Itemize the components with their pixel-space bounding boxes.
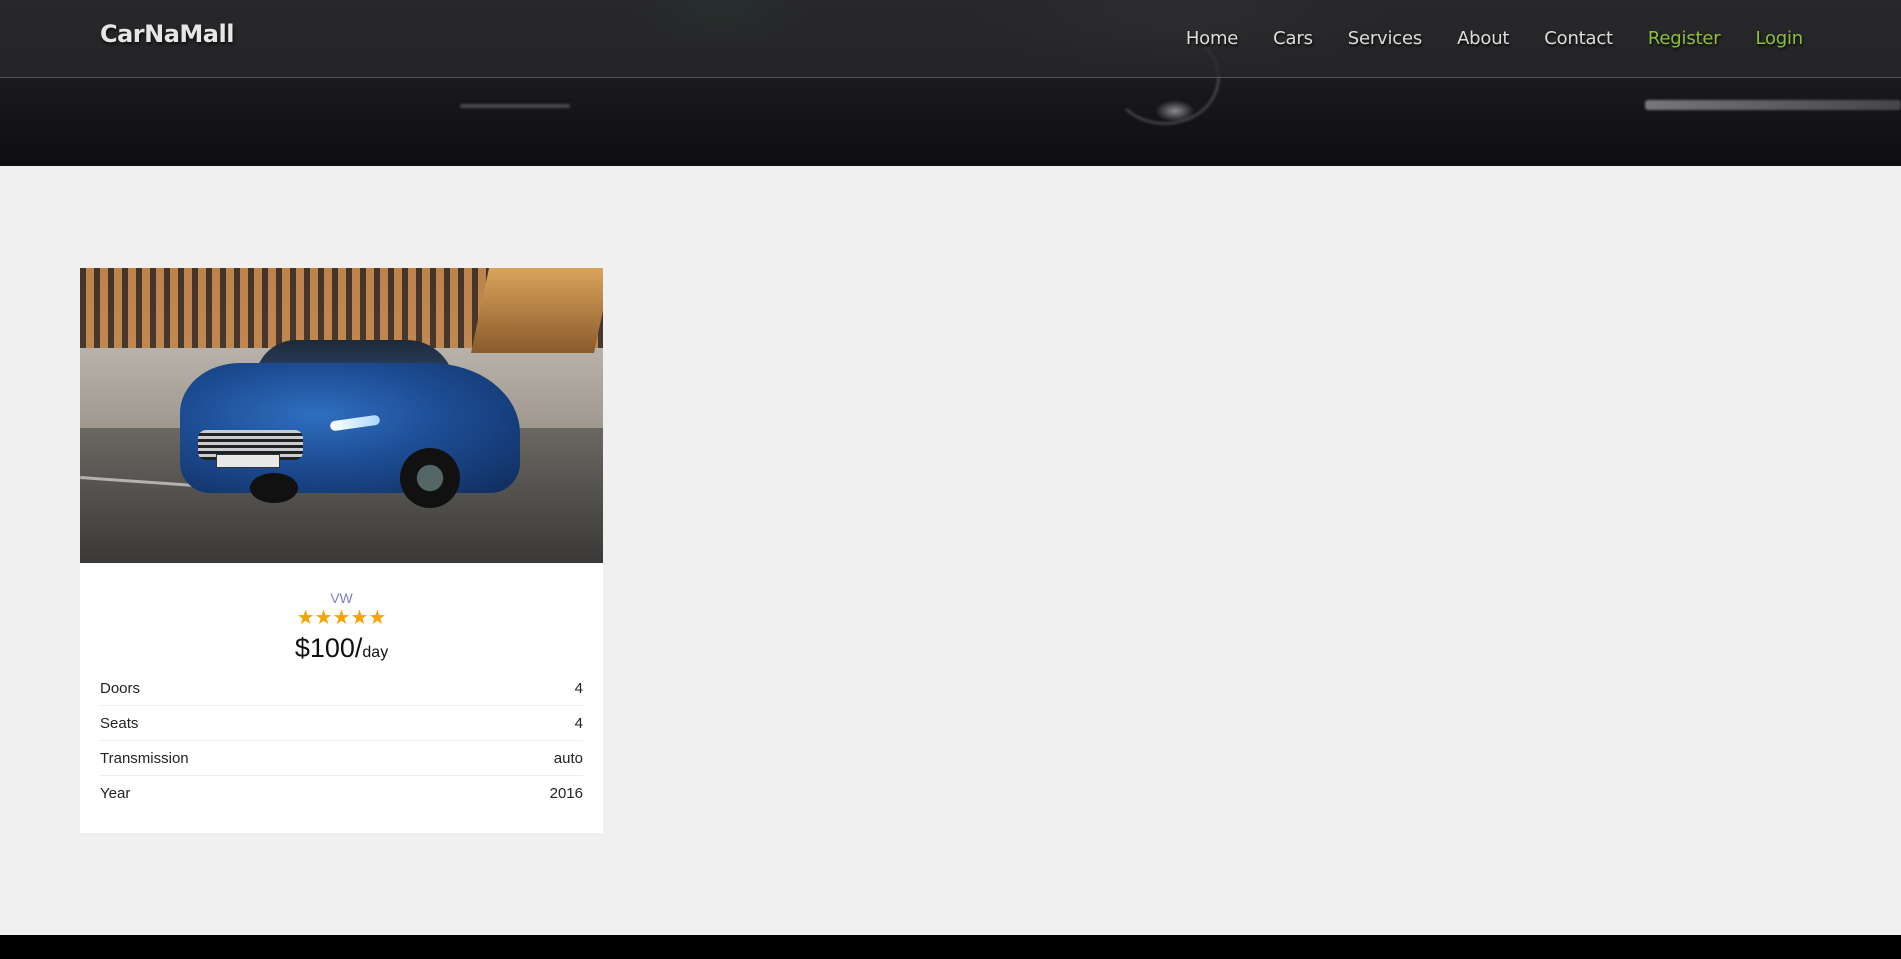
nav-link-services[interactable]: Services	[1348, 28, 1423, 49]
nav-link-home[interactable]: Home	[1186, 28, 1239, 49]
spec-row: Doors 4	[100, 671, 583, 706]
car-photo[interactable]	[80, 268, 603, 563]
nav-link-about[interactable]: About	[1457, 28, 1509, 49]
price-amount: $100/	[294, 633, 363, 663]
spec-label: Seats	[100, 714, 139, 732]
spec-label: Year	[100, 785, 131, 802]
rating-stars-icon: ★★★★★	[296, 605, 387, 629]
nav-link-cars[interactable]: Cars	[1273, 28, 1313, 49]
spec-row: Transmission auto	[100, 741, 583, 776]
footer	[0, 935, 1901, 959]
spec-value: 4	[574, 714, 583, 732]
car-price: $100/day	[80, 633, 603, 664]
brand-logo[interactable]: CarNaMall	[100, 20, 234, 48]
spec-value: auto	[553, 749, 583, 767]
spec-row: Seats 4	[100, 706, 583, 741]
car-make[interactable]: VW	[80, 590, 603, 606]
spec-row: Year 2016	[100, 776, 583, 811]
spec-label: Transmission	[100, 749, 189, 767]
spec-label: Doors	[100, 679, 141, 697]
spec-value: 2016	[549, 785, 583, 802]
nav-link-contact[interactable]: Contact	[1544, 28, 1613, 49]
car-card[interactable]: VW ★★★★★ $100/day Doors 4 Seats 4 Transm…	[80, 268, 603, 833]
nav-links: Home Cars Services About Contact Registe…	[1186, 0, 1803, 76]
nav-link-login[interactable]: Login	[1755, 28, 1803, 49]
navbar: CarNaMall Home Cars Services About Conta…	[0, 0, 1901, 78]
car-specs: Doors 4 Seats 4 Transmission auto Year 2…	[100, 671, 583, 811]
spec-value: 4	[574, 679, 583, 697]
nav-link-register[interactable]: Register	[1648, 28, 1721, 49]
price-unit: day	[362, 644, 389, 661]
